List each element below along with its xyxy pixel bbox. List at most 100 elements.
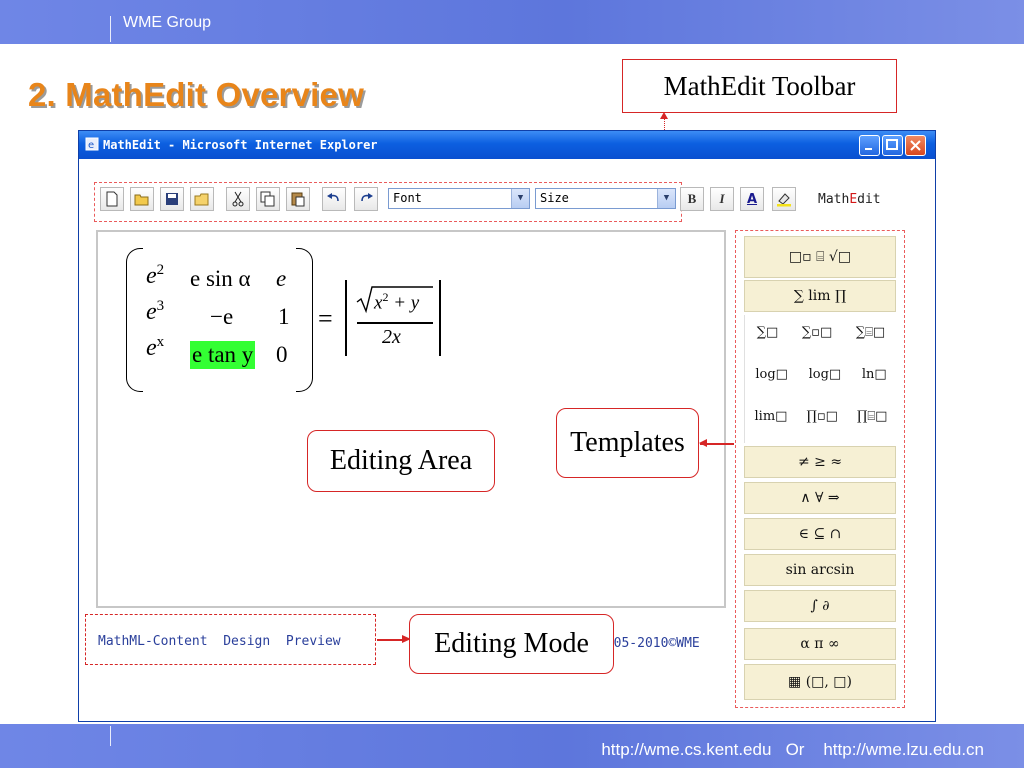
bold-label: B — [687, 191, 697, 206]
matrix-cell[interactable]: e sin α — [190, 266, 251, 292]
mathedit-toolbar: Font ▼ Size ▼ B I A — [98, 185, 902, 215]
minimize-icon — [865, 148, 872, 150]
template-button[interactable]: □▫ ⌸ √□ — [744, 236, 896, 278]
save-icon — [166, 193, 178, 205]
close-icon — [910, 140, 921, 151]
open-button[interactable] — [130, 187, 154, 211]
fraction-numerator[interactable]: x2 + y — [374, 290, 419, 314]
divider — [110, 16, 111, 42]
templates-callout-arrowhead — [699, 439, 707, 447]
italic-label: I — [719, 191, 725, 206]
template-button[interactable]: ∧ ∀ ⇒ — [744, 482, 896, 514]
matrix-cell[interactable]: 1 — [278, 304, 290, 330]
matrix-cell[interactable]: e2 — [146, 262, 164, 290]
chevron-down-icon[interactable]: ▼ — [657, 189, 675, 208]
font-color-label: A — [746, 191, 758, 207]
submenu-item[interactable]: lim□ — [755, 409, 788, 424]
folder-button[interactable] — [190, 187, 214, 211]
maximize-button[interactable] — [882, 135, 903, 156]
toolbar-callout: MathEdit Toolbar — [622, 59, 897, 113]
size-select-value: Size — [540, 191, 569, 205]
template-button[interactable]: ∫ ∂ — [744, 590, 896, 622]
left-paren — [126, 248, 143, 392]
submenu-row: log□ log□ ln□ — [745, 367, 897, 382]
submenu-row: ∑□ ∑▫□ ∑⌸□ — [745, 325, 897, 340]
chevron-down-icon[interactable]: ▼ — [511, 189, 529, 208]
submenu-item[interactable]: ∏▫□ — [807, 409, 838, 424]
fraction-line — [357, 322, 433, 324]
template-button[interactable]: ∈ ⊆ ∩ — [744, 518, 896, 550]
matrix-cell[interactable]: ex — [146, 334, 164, 362]
toolbar-callout-text: MathEdit Toolbar — [663, 70, 856, 101]
equals-sign: = — [318, 304, 333, 333]
undo-icon — [327, 193, 339, 202]
submenu-item[interactable]: ∏⌸□ — [857, 409, 887, 424]
left-abs-bar — [345, 280, 347, 356]
font-select-value: Font — [393, 191, 422, 205]
close-button[interactable] — [905, 135, 926, 156]
matrix-cell[interactable]: −e — [210, 304, 233, 330]
submenu-item[interactable]: ln□ — [862, 367, 887, 382]
toolbar-callout-arrowhead — [660, 112, 668, 119]
right-paren — [296, 248, 313, 392]
paste-button[interactable] — [286, 187, 310, 211]
svg-text:e: e — [88, 140, 94, 151]
window-title: MathEdit - Microsoft Internet Explorer — [103, 138, 378, 152]
save-button[interactable] — [160, 187, 184, 211]
redo-icon — [361, 193, 373, 202]
editing-mode-callout-text: Editing Mode — [434, 628, 589, 659]
footer-links: http://wme.cs.kent.edu Or http://wme.lzu… — [601, 740, 984, 759]
copy-button[interactable] — [256, 187, 280, 211]
editing-area-callout-text: Editing Area — [329, 445, 473, 476]
cut-icon — [232, 191, 244, 207]
minimize-button[interactable] — [859, 135, 880, 156]
bottom-banner: http://wme.cs.kent.edu Or http://wme.lzu… — [0, 724, 1024, 768]
editing-mode-callout: Editing Mode — [409, 614, 614, 674]
selected-matrix-cell[interactable]: e tan y — [190, 341, 256, 369]
folder-icon — [194, 193, 209, 206]
font-color-button[interactable]: A — [740, 187, 764, 211]
paste-icon — [291, 192, 305, 207]
submenu-item[interactable]: ∑▫□ — [802, 325, 832, 340]
new-icon — [106, 191, 118, 207]
highlight-button[interactable] — [772, 187, 796, 211]
matrix-cell[interactable]: e3 — [146, 298, 164, 326]
right-abs-bar — [439, 280, 441, 356]
divider — [110, 726, 111, 746]
submenu-item[interactable]: ∑⌸□ — [856, 325, 885, 340]
submenu-item[interactable]: log□ — [755, 367, 788, 382]
highlight-icon — [777, 193, 791, 207]
new-button[interactable] — [100, 187, 124, 211]
editing-mode-connector — [377, 639, 405, 641]
italic-button[interactable]: I — [710, 187, 734, 211]
editing-area-callout: Editing Area — [307, 430, 495, 492]
slide-title: 2. MathEdit Overview — [28, 76, 364, 113]
template-button[interactable]: ▦ (□, □) — [744, 664, 896, 700]
cut-button[interactable] — [226, 187, 250, 211]
copy-icon — [260, 191, 275, 207]
open-icon — [134, 194, 149, 206]
matrix-cell[interactable]: e — [276, 266, 286, 292]
editing-mode-tabs[interactable]: MathML-Content Design Preview — [98, 634, 341, 649]
undo-button[interactable] — [322, 187, 346, 211]
templates-callout: Templates — [556, 408, 699, 478]
top-banner: WME Group — [0, 0, 1024, 44]
window-titlebar: e MathEdit - Microsoft Internet Explorer — [79, 131, 935, 159]
group-label: WME Group — [123, 14, 212, 31]
template-button[interactable]: sin arcsin — [744, 554, 896, 586]
mathedit-logo: MathEdit — [818, 192, 881, 207]
size-select[interactable]: Size ▼ — [535, 188, 676, 209]
submenu-row: lim□ ∏▫□ ∏⌸□ — [745, 409, 897, 424]
fraction-denominator[interactable]: 2x — [382, 326, 401, 349]
submenu-item[interactable]: log□ — [809, 367, 842, 382]
submenu-item[interactable]: ∑□ — [757, 325, 779, 340]
bold-button[interactable]: B — [680, 187, 704, 211]
redo-button[interactable] — [354, 187, 378, 211]
matrix-cell[interactable]: 0 — [276, 342, 288, 368]
template-button[interactable]: ≠ ≥ ≈ — [744, 446, 896, 478]
template-button[interactable]: ∑ lim ∏ — [744, 280, 896, 312]
font-select[interactable]: Font ▼ — [388, 188, 530, 209]
template-button[interactable]: α π ∞ — [744, 628, 896, 660]
templates-callout-text: Templates — [570, 427, 685, 458]
templates-submenu: ∑□ ∑▫□ ∑⌸□ log□ log□ ln□ lim□ ∏▫□ ∏⌸□ — [744, 315, 896, 443]
